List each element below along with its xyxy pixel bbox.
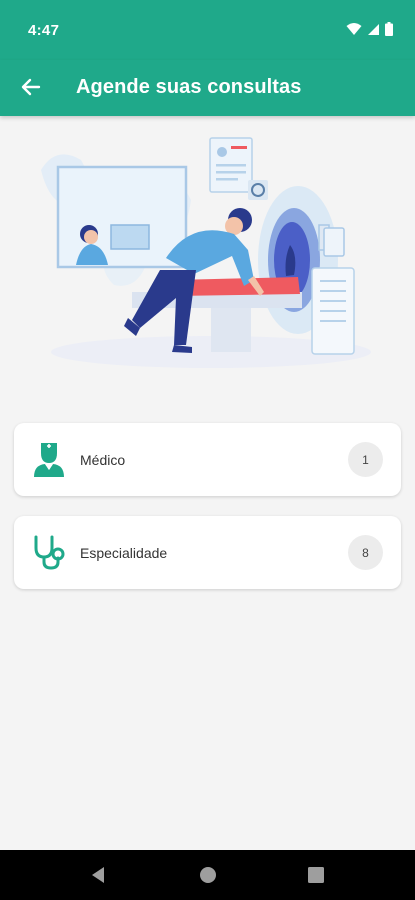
option-label: Médico <box>80 452 126 468</box>
count-badge: 1 <box>348 442 383 477</box>
navigation-bar <box>0 850 415 900</box>
wifi-icon <box>346 23 362 35</box>
status-icons <box>346 22 393 36</box>
option-card-especialidade[interactable]: Especialidade 8 <box>14 516 401 589</box>
nav-home-icon[interactable] <box>198 865 218 885</box>
nav-back-icon[interactable] <box>89 865 109 885</box>
status-bar: 4:47 <box>0 0 415 60</box>
count-badge: 8 <box>348 535 383 570</box>
signal-icon <box>368 23 379 35</box>
app-bar: Agende suas consultas <box>0 60 415 116</box>
nav-recents-icon[interactable] <box>306 865 326 885</box>
option-card-medico[interactable]: Médico 1 <box>14 423 401 496</box>
option-label: Especialidade <box>80 545 168 561</box>
battery-icon <box>385 22 393 36</box>
doctor-icon <box>34 443 64 477</box>
stethoscope-icon <box>34 535 65 570</box>
status-time: 4:47 <box>28 22 60 39</box>
mri-scan-illustration <box>41 137 371 368</box>
back-button[interactable] <box>16 72 46 102</box>
page-title: Agende suas consultas <box>76 76 302 98</box>
arrow-left-icon <box>21 78 41 96</box>
